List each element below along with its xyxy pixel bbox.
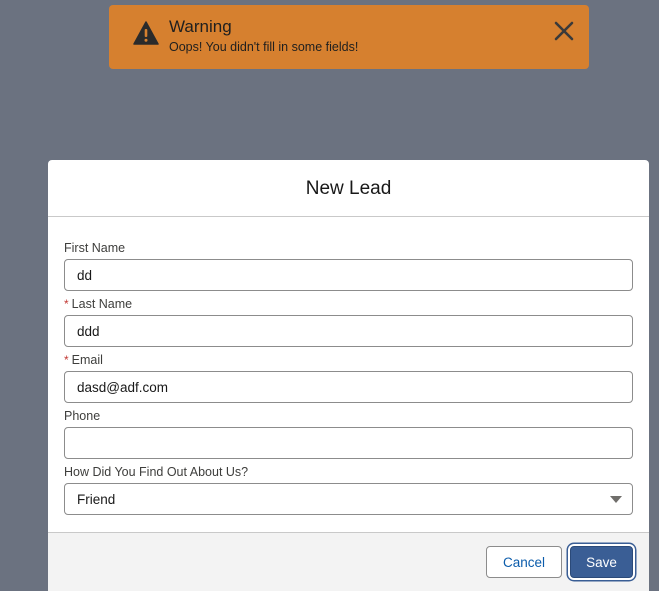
required-marker: * bbox=[64, 353, 69, 367]
first-name-field[interactable] bbox=[64, 259, 633, 291]
source-label: How Did You Find Out About Us? bbox=[64, 465, 249, 479]
last-name-label: * Last Name bbox=[64, 297, 133, 311]
chevron-down-icon bbox=[610, 496, 622, 503]
email-label: * Email bbox=[64, 353, 103, 367]
close-icon[interactable] bbox=[553, 20, 575, 42]
cancel-button[interactable]: Cancel bbox=[486, 546, 562, 578]
modal-title: New Lead bbox=[305, 178, 392, 199]
warning-toast: Warning Oops! You didn't fill in some fi… bbox=[109, 5, 589, 69]
last-name-field[interactable] bbox=[64, 315, 633, 347]
warning-icon bbox=[133, 21, 159, 45]
source-select-value: Friend bbox=[77, 492, 116, 507]
save-button[interactable]: Save bbox=[570, 546, 633, 578]
modal-footer: Cancel Save bbox=[48, 532, 649, 591]
source-select[interactable]: Friend bbox=[64, 483, 633, 515]
email-field[interactable] bbox=[64, 371, 633, 403]
phone-field[interactable] bbox=[64, 427, 633, 459]
first-name-label: First Name bbox=[64, 241, 126, 255]
phone-label: Phone bbox=[64, 409, 101, 423]
toast-title: Warning bbox=[169, 17, 232, 36]
toast-message: Oops! You didn't fill in some fields! bbox=[169, 40, 359, 54]
modal-header: New Lead bbox=[48, 160, 649, 217]
required-marker: * bbox=[64, 297, 69, 311]
new-lead-modal: New Lead First Name *Last Name *Email Ph… bbox=[48, 160, 649, 591]
